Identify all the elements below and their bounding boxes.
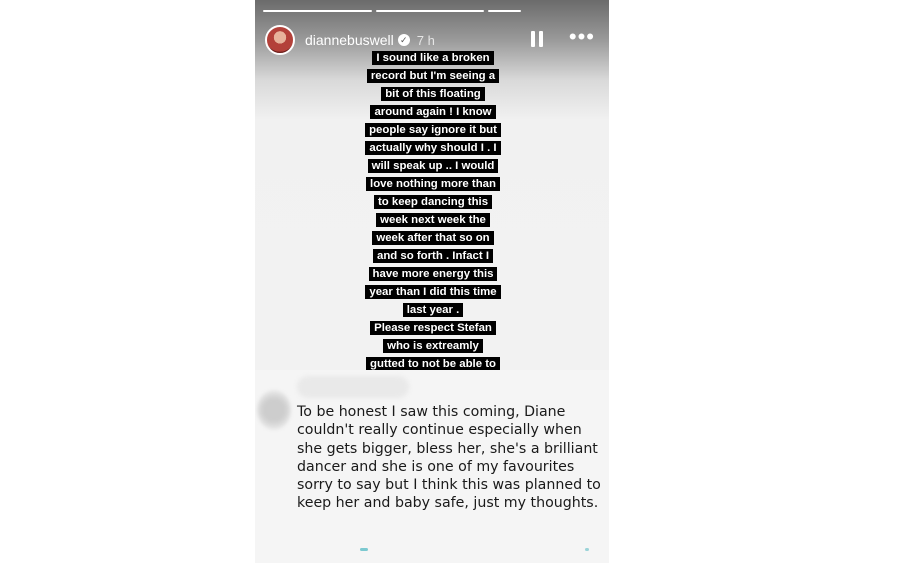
caption-line: have more energy this <box>368 267 498 281</box>
caption-line: week after that so on <box>372 231 494 245</box>
caption-line: week next week the <box>376 213 490 227</box>
username[interactable]: diannebuswell <box>305 32 394 48</box>
caption-line: who is extreamly <box>383 339 483 353</box>
caption-line: around again ! I know <box>370 105 496 119</box>
caption-line: bit of this floating <box>381 87 485 101</box>
caption-line: record but I'm seeing a <box>366 69 500 83</box>
progress-segment-current <box>488 10 521 12</box>
caption-line: to keep dancing this <box>373 195 493 209</box>
caption-line: I sound like a broken <box>372 51 494 65</box>
caption-line: gutted to not be able to <box>366 357 500 371</box>
pause-icon[interactable] <box>531 31 543 47</box>
caption-line: actually why should I . I <box>365 141 501 155</box>
progress-segment <box>375 10 485 12</box>
caption-line: will speak up .. I would <box>367 159 499 173</box>
story-timestamp: 7 h <box>416 32 435 48</box>
comment-text: To be honest I saw this coming, Diane co… <box>297 404 601 512</box>
caption-line: Please respect Stefan <box>370 321 496 335</box>
avatar[interactable] <box>265 25 295 55</box>
progress-segment <box>263 10 372 12</box>
caption-line: people say ignore it but <box>365 123 501 137</box>
commenter-name-blurred <box>297 376 409 398</box>
more-options-icon[interactable]: ••• <box>569 26 595 48</box>
story-viewer[interactable]: diannebuswell ✓ 7 h ••• I sound like a b… <box>255 0 609 563</box>
verified-badge-icon: ✓ <box>397 34 410 46</box>
reaction-indicator <box>360 548 368 551</box>
caption-line: last year . <box>402 303 464 317</box>
commenter-avatar <box>257 390 291 430</box>
reaction-indicator <box>585 548 589 551</box>
caption-line: and so forth . Infact I <box>372 249 493 263</box>
caption-line: year than I did this time <box>365 285 501 299</box>
caption-line: love nothing more than <box>366 177 500 191</box>
story-progress-bar <box>263 10 601 12</box>
comment-screenshot: To be honest I saw this coming, Diane co… <box>255 370 609 563</box>
